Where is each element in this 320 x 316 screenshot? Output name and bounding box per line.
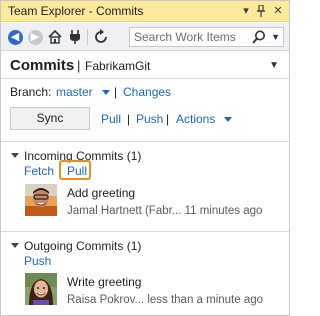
outgoing-commits-title: Outgoing Commits (1) [24,239,142,253]
commit-meta: Jamal Hartnett (Fabr... 11 minutes ago [67,205,263,217]
action-separator: | [127,112,131,126]
commit-message[interactable]: Write greeting [67,275,141,289]
branch-separator: | [114,85,118,99]
page-title: Commits [10,57,75,74]
page-header: Commits | FabrikamGit ▼ [1,52,289,78]
outgoing-push-link[interactable]: Push [24,254,51,268]
back-icon[interactable]: ◀ [6,28,24,46]
pull-link[interactable]: Pull [101,112,121,126]
branch-label: Branch: [10,85,52,99]
avatar [25,273,57,305]
section-divider [1,141,289,142]
fetch-link[interactable]: Fetch [24,164,54,178]
header-separator: | [77,58,81,73]
branch-name-link[interactable]: master [56,85,93,99]
home-icon[interactable] [46,28,64,46]
commit-meta: Raisa Pokrov... less than a minute ago [67,294,264,306]
commit-message[interactable]: Add greeting [67,186,135,200]
search-input[interactable] [130,28,250,46]
team-explorer-window: Team Explorer - Commits ▾ ✕ ◀ ▶ Search W… [0,0,290,316]
push-link[interactable]: Push [136,112,163,126]
sync-button[interactable]: Sync [10,107,90,130]
changes-link[interactable]: Changes [123,85,171,99]
collapse-caret-icon[interactable] [11,153,19,158]
toolbar-separator [87,29,88,45]
forward-icon[interactable]: ▶ [26,28,44,46]
page-dropdown-icon[interactable]: ▼ [269,60,279,71]
incoming-pull-link[interactable]: Pull [67,164,87,178]
section-divider [1,231,289,232]
window-title: Team Explorer - Commits [8,4,144,18]
header-divider [1,78,289,79]
pin-icon[interactable] [254,3,268,19]
search-box[interactable]: ▼ [129,27,284,47]
connect-icon[interactable] [66,28,84,46]
search-icon[interactable] [251,29,267,45]
repository-name: FabrikamGit [85,59,151,73]
action-separator: | [166,112,170,126]
actions-link[interactable]: Actions [176,112,215,126]
refresh-icon[interactable] [92,28,110,46]
close-icon[interactable]: ✕ [271,3,285,19]
avatar [25,184,57,216]
toolbar: ◀ ▶ Search Work Items ▼ [1,23,289,51]
search-dropdown-icon[interactable]: ▼ [271,28,280,46]
title-bar: Team Explorer - Commits ▾ ✕ [1,1,289,22]
collapse-caret-icon[interactable] [11,243,19,248]
window-menu-icon[interactable]: ▾ [239,3,253,19]
